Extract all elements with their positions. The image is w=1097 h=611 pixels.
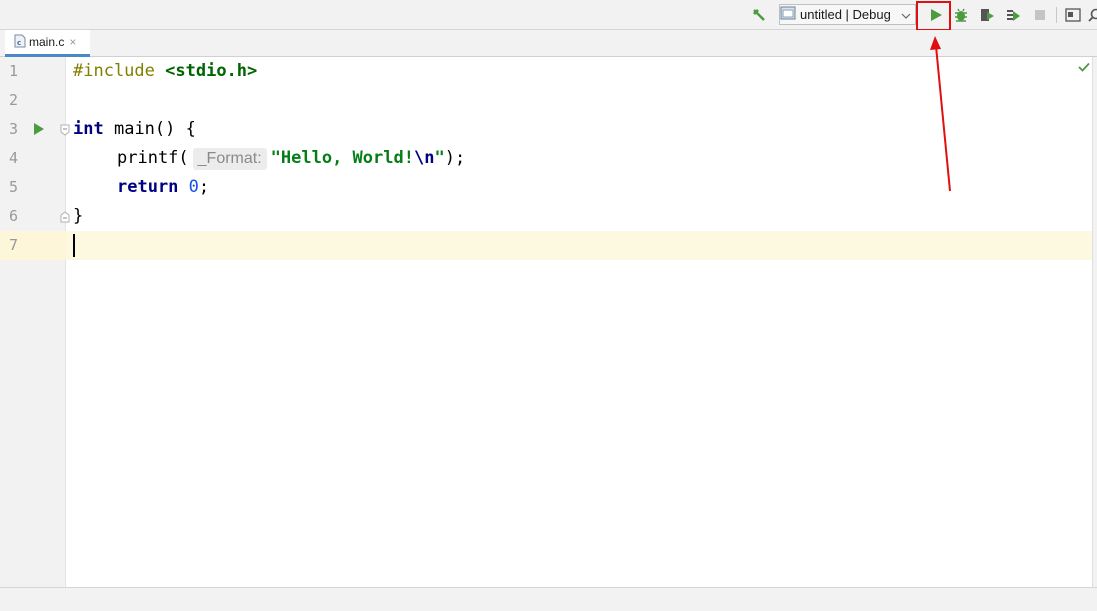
gutter-run-icon[interactable] (33, 122, 45, 141)
string-literal: "Hello, World! (270, 148, 414, 168)
line-number: 7 (9, 236, 19, 254)
line-number: 3 (9, 120, 19, 138)
function-signature: main() { (113, 119, 196, 139)
statement-end: ); (444, 148, 466, 168)
run-button-highlight (916, 1, 951, 31)
code-line-6: } (73, 202, 83, 231)
code-editor[interactable]: 1 2 3 4 5 6 7 #include <stdio.h> int mai… (0, 57, 1092, 587)
config-file-icon (780, 6, 796, 23)
tab-main-c[interactable]: c main.c × (5, 30, 90, 57)
line-number: 4 (9, 149, 19, 167)
include-header: <stdio.h> (165, 61, 258, 81)
layout-icon (1065, 8, 1081, 22)
escape-sequence: \n (413, 148, 435, 168)
preprocessor-directive: #include (73, 61, 155, 81)
svg-text:c: c (17, 39, 21, 47)
text-caret (73, 234, 75, 257)
close-icon[interactable]: × (69, 35, 76, 49)
editor-tab-bar: c main.c × (0, 30, 1097, 57)
string-quote: " (434, 148, 445, 168)
code-line-3: int main() { (73, 115, 196, 144)
line-number: 5 (9, 178, 19, 196)
toolbar-separator (1056, 7, 1057, 23)
stop-button[interactable] (1031, 6, 1049, 24)
chevron-down-icon (901, 9, 911, 24)
line-number: 6 (9, 207, 19, 225)
run-config-selector[interactable]: untitled | Debug (779, 4, 916, 25)
search-icon (1088, 8, 1097, 22)
profile-icon (1007, 10, 1020, 21)
line-number: 2 (9, 91, 19, 109)
statement-end: ; (198, 177, 210, 197)
parameter-hint: _Format: (192, 148, 267, 170)
coverage-icon (981, 9, 994, 21)
code-line-1: #include <stdio.h> (73, 57, 257, 86)
vertical-scrollbar[interactable] (1092, 57, 1097, 587)
coverage-button[interactable] (978, 6, 996, 24)
code-line-5: return 0; (117, 173, 209, 202)
stop-icon (1035, 10, 1045, 20)
tab-label: main.c (29, 35, 65, 49)
checkmark-icon[interactable] (1078, 59, 1090, 77)
c-file-icon: c (14, 34, 26, 51)
number-literal: 0 (188, 177, 199, 197)
closing-brace: } (73, 206, 84, 226)
search-button[interactable] (1086, 6, 1097, 24)
run-config-label: untitled | Debug (800, 7, 891, 22)
status-bar (0, 587, 1097, 611)
type-keyword: int (73, 119, 104, 139)
profile-button[interactable] (1004, 6, 1022, 24)
current-line-highlight (0, 231, 1092, 260)
debug-button[interactable] (952, 6, 970, 24)
hammer-icon[interactable] (750, 6, 768, 24)
fold-open-icon[interactable] (60, 123, 70, 136)
fold-close-icon[interactable] (60, 210, 70, 223)
return-keyword: return (117, 177, 179, 197)
code-line-4: printf(_Format: "Hello, World!\n"); (117, 144, 465, 173)
function-call: printf( (117, 148, 189, 168)
layout-button[interactable] (1064, 6, 1082, 24)
debug-icon (955, 8, 967, 22)
line-number: 1 (9, 62, 19, 80)
